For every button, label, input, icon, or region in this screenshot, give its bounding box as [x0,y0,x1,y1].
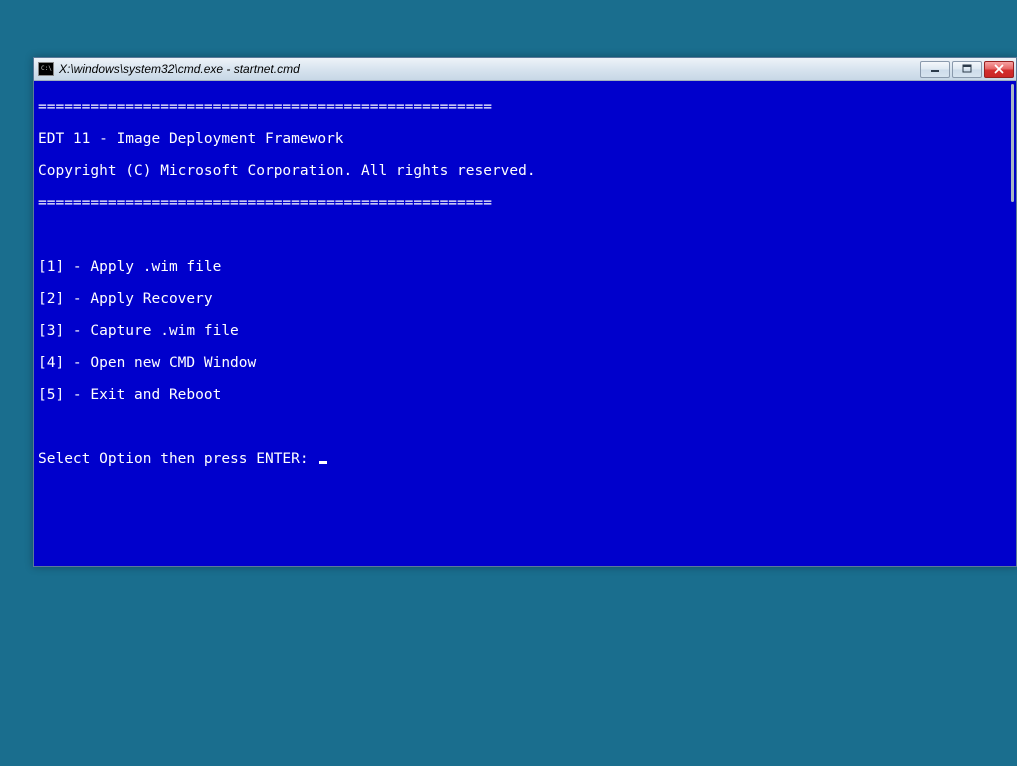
prompt-line: Select Option then press ENTER: [38,451,1005,467]
divider-line: ========================================… [38,195,1005,211]
header-line: EDT 11 - Image Deployment Framework [38,131,1005,147]
menu-option: [3] - Capture .wim file [38,323,1005,339]
scroll-thumb[interactable] [1011,84,1014,202]
scrollbar[interactable] [1009,81,1016,566]
cmd-window: X:\windows\system32\cmd.exe - startnet.c… [33,57,1017,567]
menu-option: [5] - Exit and Reboot [38,387,1005,403]
titlebar[interactable]: X:\windows\system32\cmd.exe - startnet.c… [34,58,1016,81]
maximize-icon [962,64,972,74]
menu-option: [4] - Open new CMD Window [38,355,1005,371]
close-icon [994,64,1004,74]
terminal-output[interactable]: ========================================… [34,81,1009,566]
menu-option: [1] - Apply .wim file [38,259,1005,275]
terminal-area: ========================================… [34,81,1016,566]
window-title: X:\windows\system32\cmd.exe - startnet.c… [59,62,920,76]
menu-option: [2] - Apply Recovery [38,291,1005,307]
cursor [319,461,327,464]
prompt-text: Select Option then press ENTER: [38,451,317,467]
divider-line: ========================================… [38,99,1005,115]
minimize-icon [930,64,940,74]
blank-line [38,227,1005,243]
blank-line [38,419,1005,435]
window-controls [920,61,1014,78]
copyright-line: Copyright (C) Microsoft Corporation. All… [38,163,1005,179]
maximize-button[interactable] [952,61,982,78]
close-button[interactable] [984,61,1014,78]
minimize-button[interactable] [920,61,950,78]
cmd-icon [38,62,54,76]
